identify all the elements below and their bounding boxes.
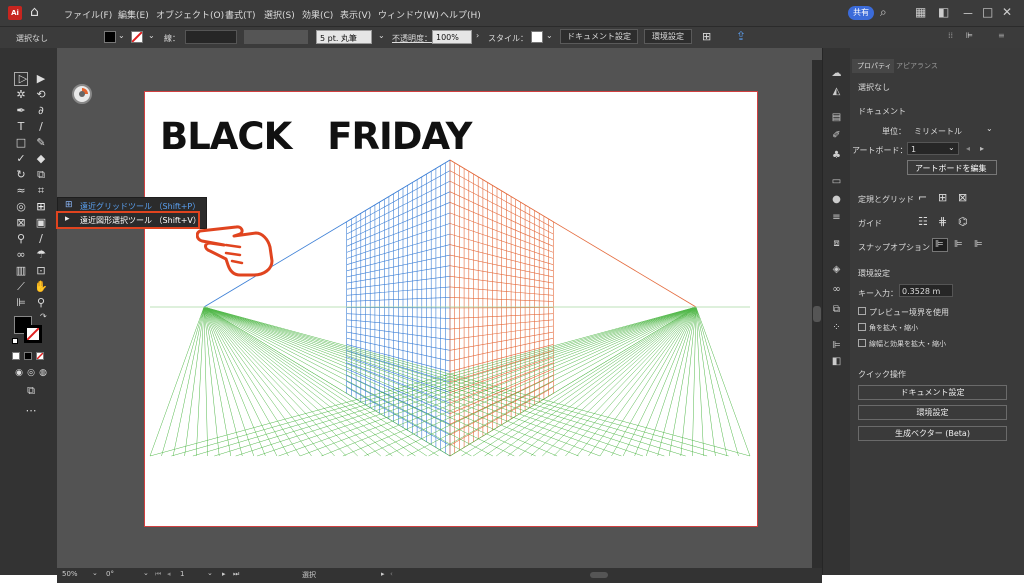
preview-bounds-checkbox[interactable] [858, 307, 866, 315]
stroke-panel-icon[interactable]: ▭ [831, 176, 842, 187]
artboard-nav-dropdown-icon[interactable]: ⌄ [207, 569, 213, 577]
prev-artboard-icon[interactable]: ◂ [966, 144, 970, 153]
zoom-dropdown-icon[interactable]: ⌄ [92, 569, 98, 577]
snap-options-label: スナップオプション [858, 243, 930, 252]
zoom-level[interactable]: 50% [62, 570, 78, 578]
first-artboard-icon[interactable]: ⏮ [155, 570, 161, 579]
tab-appearance[interactable]: アピアランス [896, 61, 938, 71]
perspective-grid-icon: ⊞ [65, 200, 73, 210]
align-panel-icon[interactable]: ⊫ [831, 340, 842, 351]
unit-dropdown-icon[interactable]: ⌄ [986, 124, 993, 133]
quick-doc-setup-button[interactable]: ドキュメント設定 [858, 385, 1007, 400]
current-tool-status: 選択 [302, 571, 316, 579]
graphic-styles-icon[interactable]: ≡ [831, 212, 842, 223]
quick-preferences-button[interactable]: 環境設定 [858, 405, 1007, 420]
document-header: ドキュメント [858, 107, 906, 116]
edit-artboard-label: アートボードを編集 [915, 164, 987, 173]
rotation-value[interactable]: 0° [106, 570, 114, 578]
layers-stack-icon[interactable]: ◈ [831, 264, 842, 275]
hscroll-left-icon[interactable]: ‹ [390, 570, 393, 578]
transparency-icon[interactable]: ⁘ [831, 322, 842, 333]
last-artboard-icon[interactable]: ⏭ [233, 570, 239, 579]
brushes-icon[interactable]: ✐ [831, 130, 842, 141]
scale-corners-label: 角を拡大・縮小 [869, 324, 918, 332]
scale-corners-checkbox[interactable] [858, 323, 866, 331]
artboard-label: アートボード： [852, 146, 908, 155]
snap-pixel-icon[interactable]: ⊫ [954, 239, 963, 250]
unit-label: 単位： [882, 127, 906, 136]
pathfinder-icon[interactable]: ◧ [831, 356, 842, 367]
rotation-dropdown-icon[interactable]: ⌄ [143, 569, 149, 577]
scale-strokes-checkbox[interactable] [858, 339, 866, 347]
snap-point-icon: ⊫ [935, 239, 944, 250]
unit-value[interactable]: ミリメートル [914, 126, 962, 137]
smart-guides-icon[interactable]: ⌬ [958, 215, 968, 228]
key-increment-value: 0.3528 m [902, 287, 941, 296]
artboard-dropdown-icon[interactable]: ⌄ [948, 143, 955, 152]
quick-actions-header: クイック操作 [858, 370, 906, 379]
scale-strokes-label: 線幅と効果を拡大・縮小 [869, 340, 946, 348]
preview-bounds-label: プレビュー境界を使用 [869, 308, 949, 317]
artboard-number: 1 [911, 145, 917, 154]
pointing-hand-icon [196, 225, 274, 277]
generative-vector-button[interactable]: 生成ベクター (Beta) [858, 426, 1007, 441]
guides-label: ガイド [858, 219, 882, 228]
artboard-nav-number[interactable]: 1 [180, 570, 184, 578]
status-bar [57, 568, 822, 583]
transform-icon[interactable]: ⧈ [831, 238, 842, 249]
symbols-icon[interactable]: ♣ [831, 150, 842, 161]
libraries-icon[interactable]: ☁ [831, 68, 842, 79]
hscroll-thumb[interactable] [590, 572, 608, 578]
color-panel-icon[interactable]: ● [831, 194, 842, 205]
layers-panel-icon[interactable]: ▤ [831, 112, 842, 123]
prev-artboard-nav-icon[interactable]: ◂ [167, 570, 171, 578]
status-menu-icon[interactable]: ▸ [381, 570, 385, 578]
links-icon[interactable]: ∞ [831, 284, 842, 295]
next-artboard-icon[interactable]: ▸ [980, 144, 984, 153]
guides-show-icon[interactable]: ☷ [918, 215, 928, 228]
selection-label: 選択なし [858, 83, 890, 92]
scrollbar-thumb[interactable] [813, 306, 821, 322]
flyout-highlight-frame [56, 211, 200, 229]
grid-icon[interactable]: ⊞ [938, 191, 947, 204]
transparency-grid-icon[interactable]: ⊠ [958, 191, 967, 204]
color-guide-icon[interactable]: ◭ [831, 86, 842, 97]
artboards-panel-icon[interactable]: ⧉ [831, 304, 842, 315]
snap-glyph-icon[interactable]: ⊫ [974, 239, 983, 250]
preferences-header: 環境設定 [858, 269, 890, 278]
tab-properties[interactable]: プロパティ [857, 61, 892, 71]
rulers-icon[interactable]: ⌐ [918, 191, 927, 204]
key-increment-label: キー入力： [858, 289, 898, 298]
guides-lock-icon[interactable]: ⋕ [938, 215, 947, 228]
rulers-grids-label: 定規とグリッド [858, 195, 914, 204]
next-artboard-nav-icon[interactable]: ▸ [222, 570, 226, 578]
